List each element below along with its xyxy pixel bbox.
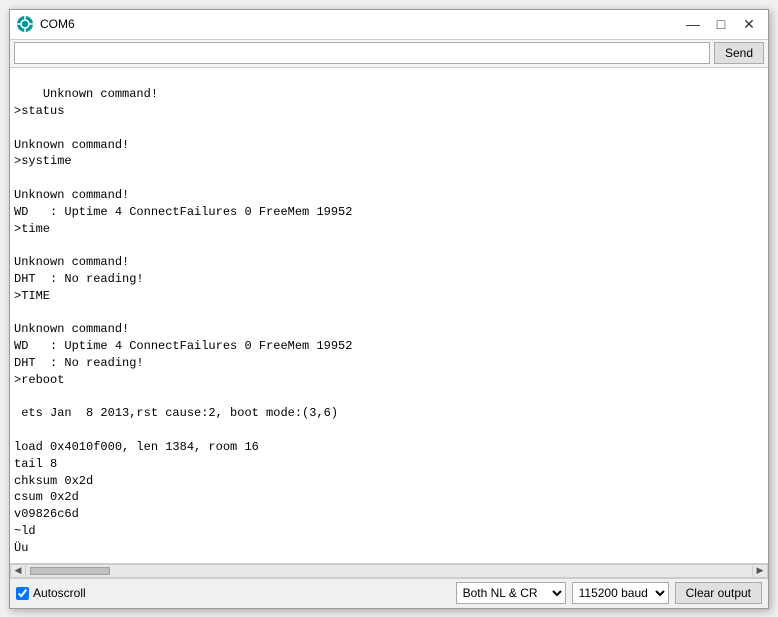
output-text: Unknown command! >status Unknown command… [14, 87, 381, 563]
close-button[interactable]: ✕ [736, 14, 762, 34]
minimize-button[interactable]: — [680, 14, 706, 34]
app-logo [16, 15, 34, 33]
scroll-right-arrow[interactable]: ▶ [752, 564, 768, 578]
scrollbar-thumb[interactable] [30, 567, 110, 575]
command-input[interactable] [14, 42, 710, 64]
baud-rate-dropdown[interactable]: 300 baud 1200 baud 2400 baud 4800 baud 9… [572, 582, 669, 604]
horizontal-scrollbar[interactable]: ◀ ▶ [10, 564, 768, 578]
status-bar: Autoscroll No line ending Newline Carria… [10, 578, 768, 608]
autoscroll-checkbox[interactable] [16, 587, 29, 600]
scrollbar-track[interactable] [28, 566, 750, 576]
autoscroll-label: Autoscroll [33, 586, 86, 600]
scroll-left-arrow[interactable]: ◀ [10, 564, 26, 578]
input-bar: Send [10, 40, 768, 68]
window-title: COM6 [40, 17, 680, 31]
autoscroll-control: Autoscroll [16, 586, 86, 600]
send-button[interactable]: Send [714, 42, 764, 64]
title-bar: COM6 — □ ✕ [10, 10, 768, 40]
output-area: Unknown command! >status Unknown command… [10, 68, 768, 564]
main-window: COM6 — □ ✕ Send Unknown command! >status… [9, 9, 769, 609]
clear-output-button[interactable]: Clear output [675, 582, 762, 604]
line-ending-dropdown[interactable]: No line ending Newline Carriage return B… [456, 582, 566, 604]
maximize-button[interactable]: □ [708, 14, 734, 34]
window-controls: — □ ✕ [680, 14, 762, 34]
